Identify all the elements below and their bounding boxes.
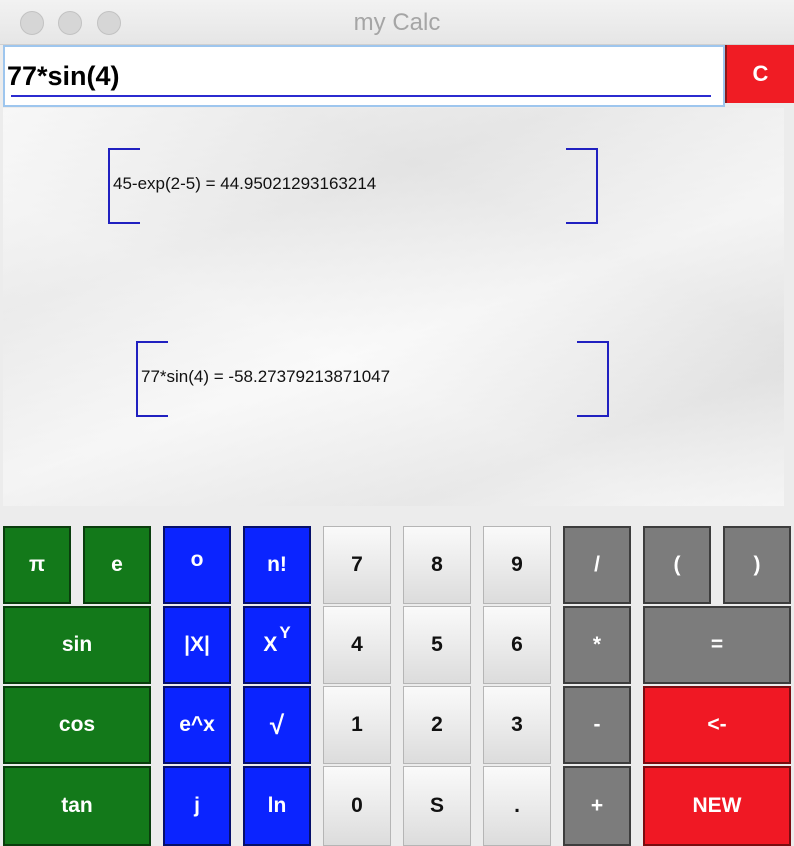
title-bar: my Calc [0, 0, 794, 45]
power-button[interactable]: XY [243, 606, 311, 684]
digit-4-button[interactable]: 4 [323, 606, 391, 684]
history-text: 77*sin(4) = -58.27379213871047 [141, 367, 391, 386]
subtract-button[interactable]: - [563, 686, 631, 764]
tan-button[interactable]: tan [3, 766, 151, 846]
ln-button[interactable]: ln [243, 766, 311, 846]
s-button[interactable]: S [403, 766, 471, 846]
factorial-button[interactable]: n! [243, 526, 311, 604]
e-button[interactable]: e [83, 526, 151, 604]
pi-button[interactable]: π [3, 526, 71, 604]
add-button[interactable]: + [563, 766, 631, 846]
sin-button[interactable]: sin [3, 606, 151, 684]
sqrt-button[interactable]: √ [243, 686, 311, 764]
degree-button[interactable]: o [163, 526, 231, 604]
power-exponent-label: Y [279, 623, 291, 642]
history-panel: 45-exp(2-5) = 44.9502129316321​4 77*sin(… [3, 108, 784, 506]
digit-7-button[interactable]: 7 [323, 526, 391, 604]
right-paren-button[interactable]: ) [723, 526, 791, 604]
multiply-button[interactable]: * [563, 606, 631, 684]
clear-button[interactable]: C [725, 45, 794, 103]
expression-input[interactable] [7, 55, 707, 97]
right-bracket [566, 148, 598, 224]
history-item[interactable]: 77*sin(4) = -58.27379213871047 [136, 341, 609, 417]
digit-9-button[interactable]: 9 [483, 526, 551, 604]
new-button[interactable]: NEW [643, 766, 791, 846]
input-underline [11, 95, 711, 97]
digit-1-button[interactable]: 1 [323, 686, 391, 764]
cos-button[interactable]: cos [3, 686, 151, 764]
digit-2-button[interactable]: 2 [403, 686, 471, 764]
history-item[interactable]: 45-exp(2-5) = 44.9502129316321​4 [108, 148, 598, 224]
expression-field-container [3, 45, 725, 107]
digit-5-button[interactable]: 5 [403, 606, 471, 684]
digit-6-button[interactable]: 6 [483, 606, 551, 684]
digit-0-button[interactable]: 0 [323, 766, 391, 846]
history-text: 45-exp(2-5) = 44.9502129316321​4 [113, 174, 377, 193]
right-bracket [577, 341, 609, 417]
power-base-label: X [263, 633, 278, 656]
digit-3-button[interactable]: 3 [483, 686, 551, 764]
digit-8-button[interactable]: 8 [403, 526, 471, 604]
window-title: my Calc [353, 9, 441, 36]
absolute-value-button[interactable]: |X| [163, 606, 231, 684]
left-paren-button[interactable]: ( [643, 526, 711, 604]
decimal-point-button[interactable]: . [483, 766, 551, 846]
j-button[interactable]: j [163, 766, 231, 846]
exp-button[interactable]: e^x [163, 686, 231, 764]
equals-button[interactable]: = [643, 606, 791, 684]
backspace-button[interactable]: <- [643, 686, 791, 764]
divide-button[interactable]: / [563, 526, 631, 604]
